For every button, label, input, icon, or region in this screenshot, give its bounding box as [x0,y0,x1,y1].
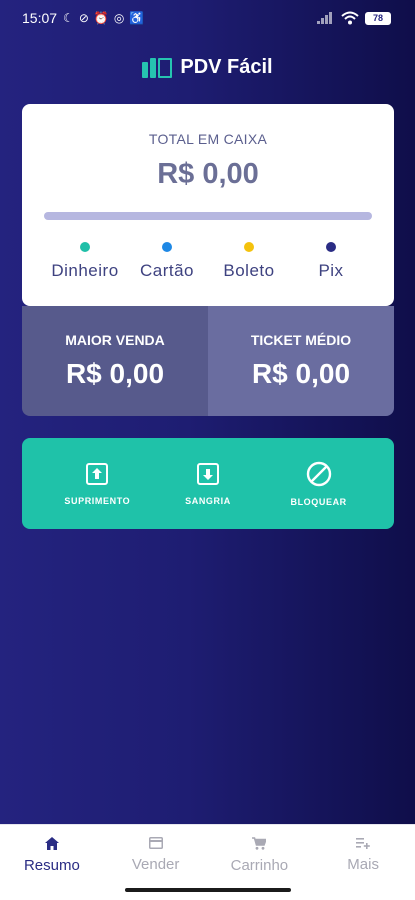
home-indicator[interactable] [125,888,291,892]
sangria-button[interactable]: SANGRIA [158,462,258,506]
accessibility-icon: ♿ [129,11,145,25]
total-card: TOTAL EM CAIXA R$ 0,00 Dinheiro Cartão B… [22,104,394,306]
app-logo-icon [142,57,173,78]
ticket-medio-value: R$ 0,00 [251,358,351,389]
alarm-icon: ⏰ [93,11,109,25]
sync-off-icon: ⊘ [78,11,89,25]
download-box-icon [196,462,219,485]
payment-methods: Dinheiro Cartão Boleto Pix [44,242,372,281]
status-left: 15:07 ☾ ⊘ ⏰ ◎ ♿ [22,10,144,26]
whatsapp-icon: ◎ [113,11,125,25]
home-icon [44,837,59,850]
card-icon [148,837,163,849]
pix-dot [326,242,336,252]
method-cartao: Cartão [126,242,208,281]
method-label: Dinheiro [51,261,119,280]
method-label: Pix [318,261,344,280]
block-icon [306,461,331,486]
nav-resumo[interactable]: Resumo [0,825,104,885]
moon-icon: ☾ [63,11,74,25]
ticket-medio-card: TICKET MÉDIO R$ 0,00 [208,306,394,416]
status-time: 15:07 [22,10,58,26]
bloquear-button[interactable]: BLOQUEAR [269,461,369,507]
app-name: PDV Fácil [180,56,273,78]
nav-label: Resumo [23,857,80,874]
total-progress-bar [44,212,372,220]
total-value: R$ 0,00 [157,158,259,190]
bloquear-label: BLOQUEAR [290,496,347,507]
status-bar: 15:07 ☾ ⊘ ⏰ ◎ ♿ 78 [0,0,415,36]
actions-panel: SUPRIMENTO SANGRIA BLOQUEAR [22,438,394,529]
bottom-navigation: Resumo Vender Carrinho Mais [0,824,415,900]
boleto-dot [244,242,254,252]
method-label: Cartão [139,261,195,280]
ticket-medio-label: TICKET MÉDIO [250,332,352,348]
nav-vender[interactable]: Vender [104,825,208,885]
nav-carrinho[interactable]: Carrinho [208,825,312,885]
maior-venda-value: R$ 0,00 [65,358,165,389]
method-label: Boleto [223,261,275,280]
method-pix: Pix [290,242,372,281]
nav-label: Carrinho [230,857,289,874]
sangria-label: SANGRIA [185,495,231,506]
nav-mais[interactable]: Mais [311,825,415,885]
maior-venda-card: MAIOR VENDA R$ 0,00 [22,306,208,416]
method-dinheiro: Dinheiro [44,242,126,281]
suprimento-button[interactable]: SUPRIMENTO [47,462,147,506]
notification-icons: ☾ ⊘ ⏰ ◎ ♿ [63,11,144,25]
dinheiro-dot [80,242,90,252]
nav-label: Vender [131,856,180,873]
app-header: PDV Fácil [0,56,415,79]
cartao-dot [162,242,172,252]
method-boleto: Boleto [208,242,290,281]
nav-items: Resumo Vender Carrinho Mais [0,825,415,885]
status-right: 78 [317,11,391,25]
signal-icon [317,12,332,24]
total-label: TOTAL EM CAIXA [148,131,268,147]
list-add-icon [356,838,370,849]
cart-icon [252,837,267,850]
maior-venda-label: MAIOR VENDA [65,332,165,348]
nav-label: Mais [347,856,379,873]
suprimento-label: SUPRIMENTO [64,495,131,506]
battery-icon: 78 [365,11,391,25]
wifi-icon [341,11,359,25]
upload-box-icon [86,462,109,485]
